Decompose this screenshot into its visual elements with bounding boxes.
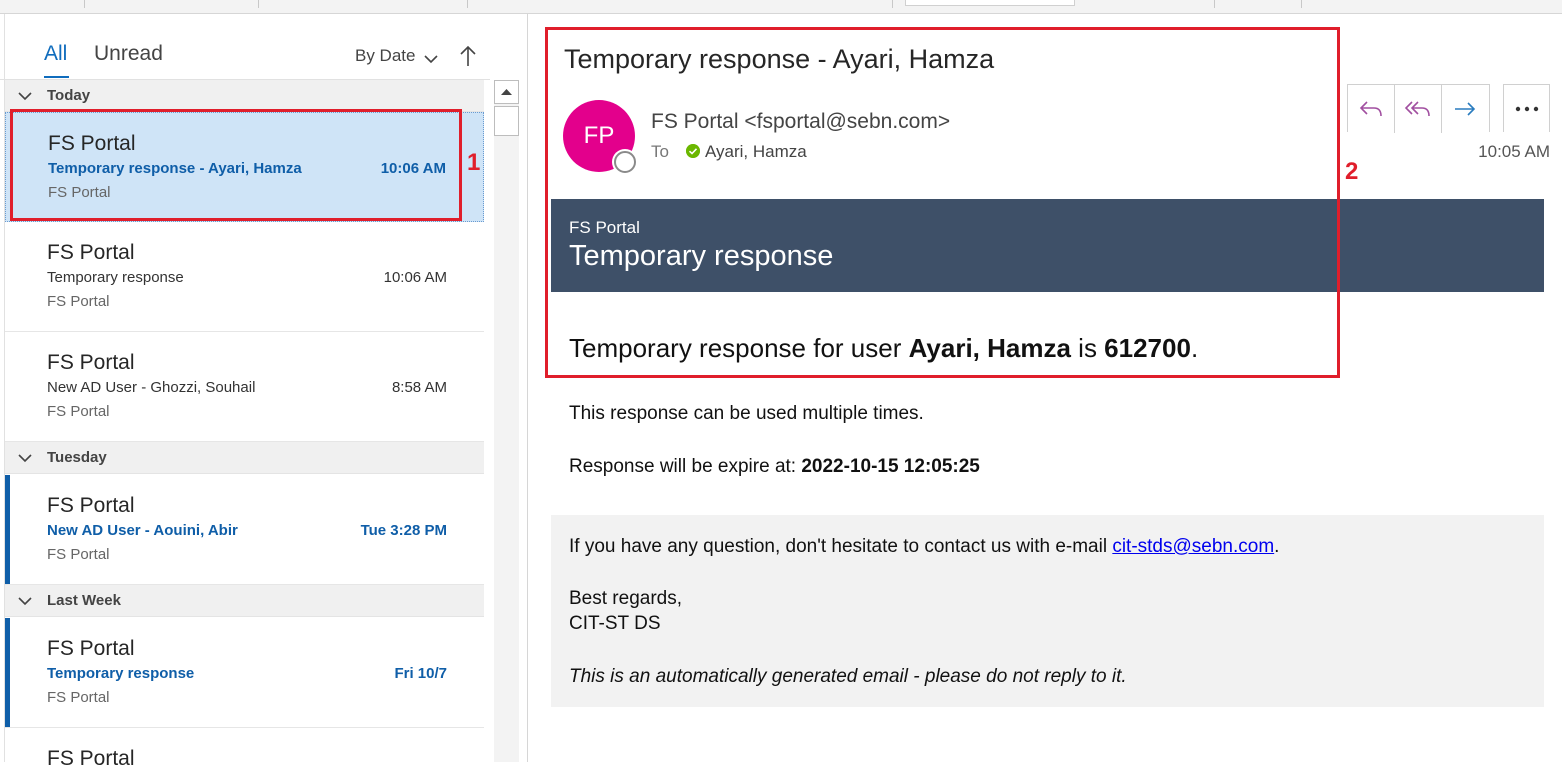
chevron-down-icon[interactable] [17, 451, 33, 465]
auto-generated-note: This is an automatically generated email… [569, 666, 1127, 687]
message-preview: FS Portal [47, 689, 110, 706]
message-sender: FS Portal [47, 494, 135, 517]
filter-unread-tab[interactable]: Unread [94, 42, 163, 66]
forward-icon [1455, 102, 1476, 116]
message-time: Tue 3:28 PM [360, 522, 447, 539]
scroll-up-button[interactable] [494, 80, 519, 104]
triangle-up-icon [501, 89, 512, 95]
message-sender: FS Portal [47, 351, 135, 374]
sort-by-date-button[interactable]: By Date [355, 46, 415, 66]
message-time: 10:06 AM [383, 269, 447, 286]
message-subject: Temporary response [47, 269, 184, 286]
list-scrollbar[interactable] [494, 80, 519, 762]
reply-icon [1359, 101, 1382, 117]
scroll-thumb[interactable] [494, 106, 519, 136]
top-toolbar [0, 0, 1562, 14]
team-line: CIT-ST DS [569, 613, 661, 634]
message-sender: FS Portal [47, 637, 135, 660]
toolbar-separator [467, 0, 468, 8]
message-timestamp: 10:05 AM [1478, 142, 1550, 161]
message-item[interactable]: FS Portal Temporary response 10:06 AM FS… [5, 222, 484, 332]
reply-all-icon [1404, 101, 1430, 117]
contact-email-link[interactable]: cit-stds@sebn.com [1112, 536, 1274, 557]
group-header-today[interactable]: Today [5, 80, 484, 112]
message-sender: FS Portal [47, 241, 135, 264]
message-item[interactable]: FS Portal [5, 728, 484, 770]
group-header-last-week[interactable]: Last Week [5, 585, 484, 617]
message-item[interactable]: FS Portal Temporary response Fri 10/7 FS… [5, 618, 484, 728]
toolbar-separator [84, 0, 85, 8]
message-item[interactable]: FS Portal New AD User - Ghozzi, Souhail … [5, 332, 484, 442]
forward-button[interactable] [1442, 85, 1489, 133]
toolbar-separator [1214, 0, 1215, 8]
group-label: Today [47, 87, 91, 104]
toolbar-separator [1301, 0, 1302, 8]
chevron-down-icon[interactable] [17, 89, 33, 103]
chevron-down-icon[interactable] [422, 50, 440, 68]
annotation-box-2 [545, 27, 1340, 378]
reply-button[interactable] [1348, 85, 1395, 133]
annotation-number-1: 1 [467, 149, 481, 176]
annotation-box-1 [10, 109, 462, 221]
multiple-use-note: This response can be used multiple times… [569, 403, 924, 424]
annotation-number-2: 2 [1345, 158, 1359, 185]
list-filter-bar: All Unread By Date [0, 14, 490, 80]
expiration-line: Response will be expire at: 2022-10-15 1… [569, 456, 980, 478]
message-time: 8:58 AM [391, 379, 447, 396]
email-footer: If you have any question, don't hesitate… [551, 515, 1544, 707]
active-tab-underline [44, 76, 69, 78]
message-preview: FS Portal [47, 546, 110, 563]
group-label: Last Week [47, 592, 121, 609]
message-preview: FS Portal [47, 293, 110, 310]
toolbar-separator [892, 0, 893, 8]
pane-divider[interactable] [527, 14, 528, 762]
message-actions [1347, 84, 1490, 133]
group-label: Tuesday [47, 449, 107, 466]
message-subject: New AD User - Aouini, Abir [47, 522, 238, 539]
toolbar-separator [258, 0, 259, 8]
text-segment: Response will be expire at: [569, 456, 802, 477]
message-item[interactable]: FS Portal New AD User - Aouini, Abir Tue… [5, 475, 484, 585]
chevron-down-icon[interactable] [17, 594, 33, 608]
group-header-tuesday[interactable]: Tuesday [5, 442, 484, 474]
sort-direction-arrow-icon[interactable] [458, 44, 478, 68]
reply-all-button[interactable] [1395, 85, 1442, 133]
message-preview: FS Portal [47, 403, 110, 420]
message-sender: FS Portal [47, 747, 135, 770]
message-subject: New AD User - Ghozzi, Souhail [47, 379, 256, 396]
toolbar-search-box[interactable] [905, 0, 1075, 6]
text-segment: . [1274, 536, 1280, 557]
filter-all-tab[interactable]: All [44, 42, 67, 66]
expiration-value: 2022-10-15 12:05:25 [801, 456, 980, 477]
text-segment: If you have any question, don't hesitate… [569, 536, 1113, 557]
message-time: Fri 10/7 [394, 665, 447, 682]
regards-line: Best regards, [569, 588, 682, 609]
more-icon [1515, 106, 1538, 111]
message-subject: Temporary response [47, 665, 195, 682]
more-actions-button[interactable] [1503, 84, 1550, 132]
contact-line: If you have any question, don't hesitate… [569, 536, 1279, 558]
